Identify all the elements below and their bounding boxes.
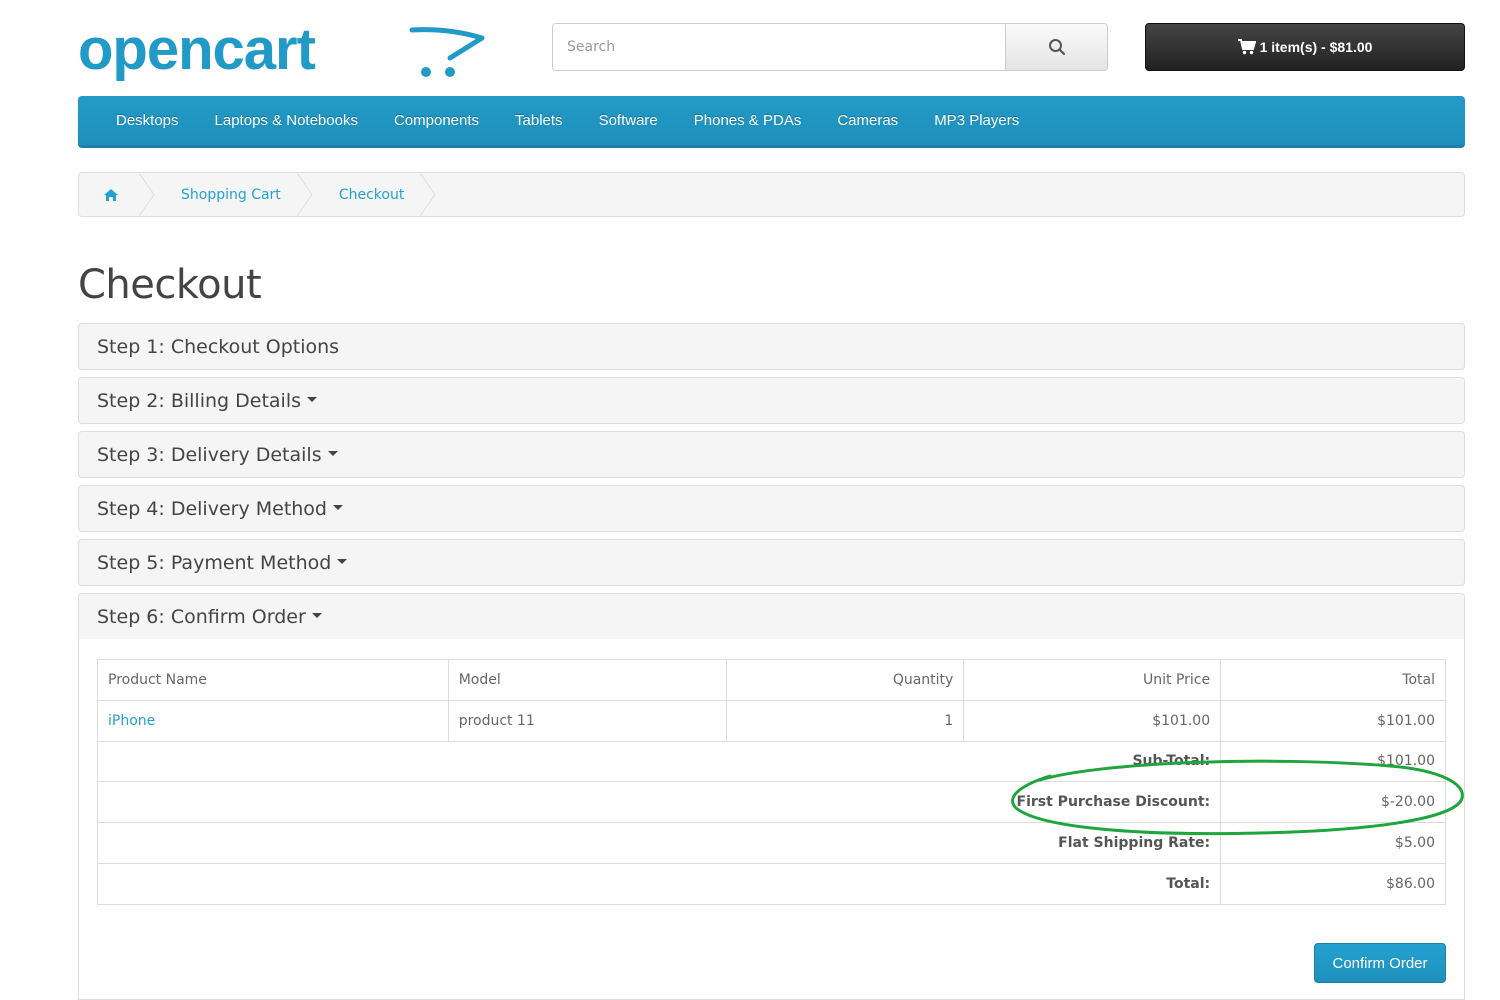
breadcrumb-checkout[interactable]: Checkout: [313, 173, 436, 216]
caret-down-icon: [307, 397, 317, 402]
main-menu: Desktops Laptops & Notebooks Components …: [78, 96, 1465, 148]
caret-down-icon: [337, 559, 348, 564]
breadcrumb-label: Shopping Cart: [181, 186, 281, 203]
total-cell: $101.00: [1220, 699, 1446, 742]
breadcrumb-shopping-cart[interactable]: Shopping Cart: [155, 173, 313, 216]
menu-item-components[interactable]: Components: [376, 95, 497, 147]
shopping-cart-icon: [1237, 39, 1256, 55]
page-title: Checkout: [78, 262, 262, 308]
column-header-product-name: Product Name: [97, 659, 449, 701]
step-checkout-options[interactable]: Step 1: Checkout Options: [78, 323, 1465, 370]
table-row: iPhone product 11 1 $101.00 $101.00: [97, 699, 1446, 742]
breadcrumb-home[interactable]: [79, 173, 155, 216]
column-header-total: Total: [1220, 659, 1446, 701]
step-label: Step 3: Delivery Details: [97, 443, 322, 466]
step-label: Step 1: Checkout Options: [97, 335, 340, 358]
step-delivery-details[interactable]: Step 3: Delivery Details: [78, 431, 1465, 478]
table-header-row: Product Name Model Quantity Unit Price T…: [97, 659, 1446, 701]
cart-button[interactable]: 1 item(s) - $81.00: [1145, 23, 1465, 71]
breadcrumb: Shopping Cart Checkout: [78, 172, 1465, 217]
product-link[interactable]: iPhone: [108, 713, 155, 729]
column-header-quantity: Quantity: [726, 659, 965, 701]
step-payment-method[interactable]: Step 5: Payment Method: [78, 539, 1465, 586]
caret-down-icon: [311, 613, 322, 618]
menu-item-cameras[interactable]: Cameras: [819, 95, 916, 147]
breadcrumb-separator: [139, 173, 155, 216]
step-label: Step 2: Billing Details: [97, 389, 301, 412]
model-cell: product 11: [447, 699, 728, 742]
search-button[interactable]: [1005, 24, 1107, 70]
totals-label: Total:: [96, 862, 1222, 905]
step-label: Step 6: Confirm Order: [97, 605, 306, 628]
quantity-cell: 1: [726, 699, 965, 742]
menu-item-phones-pdas[interactable]: Phones & PDAs: [676, 95, 820, 147]
home-icon: [104, 188, 118, 201]
breadcrumb-label: Checkout: [338, 186, 405, 203]
unit-price-cell: $101.00: [963, 699, 1222, 742]
confirm-order-button[interactable]: Confirm Order: [1314, 943, 1446, 983]
column-header-unit-price: Unit Price: [963, 659, 1222, 701]
menu-item-desktops[interactable]: Desktops: [98, 95, 197, 147]
breadcrumb-separator: [420, 173, 436, 216]
breadcrumb-separator: [296, 173, 313, 216]
totals-value: $86.00: [1220, 862, 1446, 905]
product-name-cell: iPhone: [97, 699, 449, 742]
logo-text: opencart: [78, 17, 316, 82]
menu-item-laptops-notebooks[interactable]: Laptops & Notebooks: [197, 95, 376, 147]
column-header-model: Model: [447, 659, 728, 701]
logo[interactable]: opencart: [78, 17, 485, 88]
logo-cart-icon: [409, 27, 485, 77]
menu-item-tablets[interactable]: Tablets: [497, 95, 581, 147]
menu-item-mp3-players[interactable]: MP3 Players: [916, 95, 1037, 147]
caret-down-icon: [327, 451, 338, 456]
step-billing-details[interactable]: Step 2: Billing Details: [78, 377, 1465, 424]
step-confirm-order[interactable]: Step 6: Confirm Order: [78, 593, 1465, 640]
search-input[interactable]: [553, 24, 1005, 70]
step-label: Step 4: Delivery Method: [97, 497, 327, 520]
highlight-ellipse: [1011, 759, 1464, 836]
menu-item-software[interactable]: Software: [581, 95, 676, 147]
search-bar: [552, 23, 1108, 71]
cart-label: 1 item(s) - $81.00: [1259, 39, 1373, 55]
search-icon: [1048, 39, 1065, 56]
step-label: Step 5: Payment Method: [97, 551, 332, 574]
totals-row-total: Total: $86.00: [96, 862, 1446, 905]
step-delivery-method[interactable]: Step 4: Delivery Method: [78, 485, 1465, 532]
caret-down-icon: [333, 505, 343, 510]
